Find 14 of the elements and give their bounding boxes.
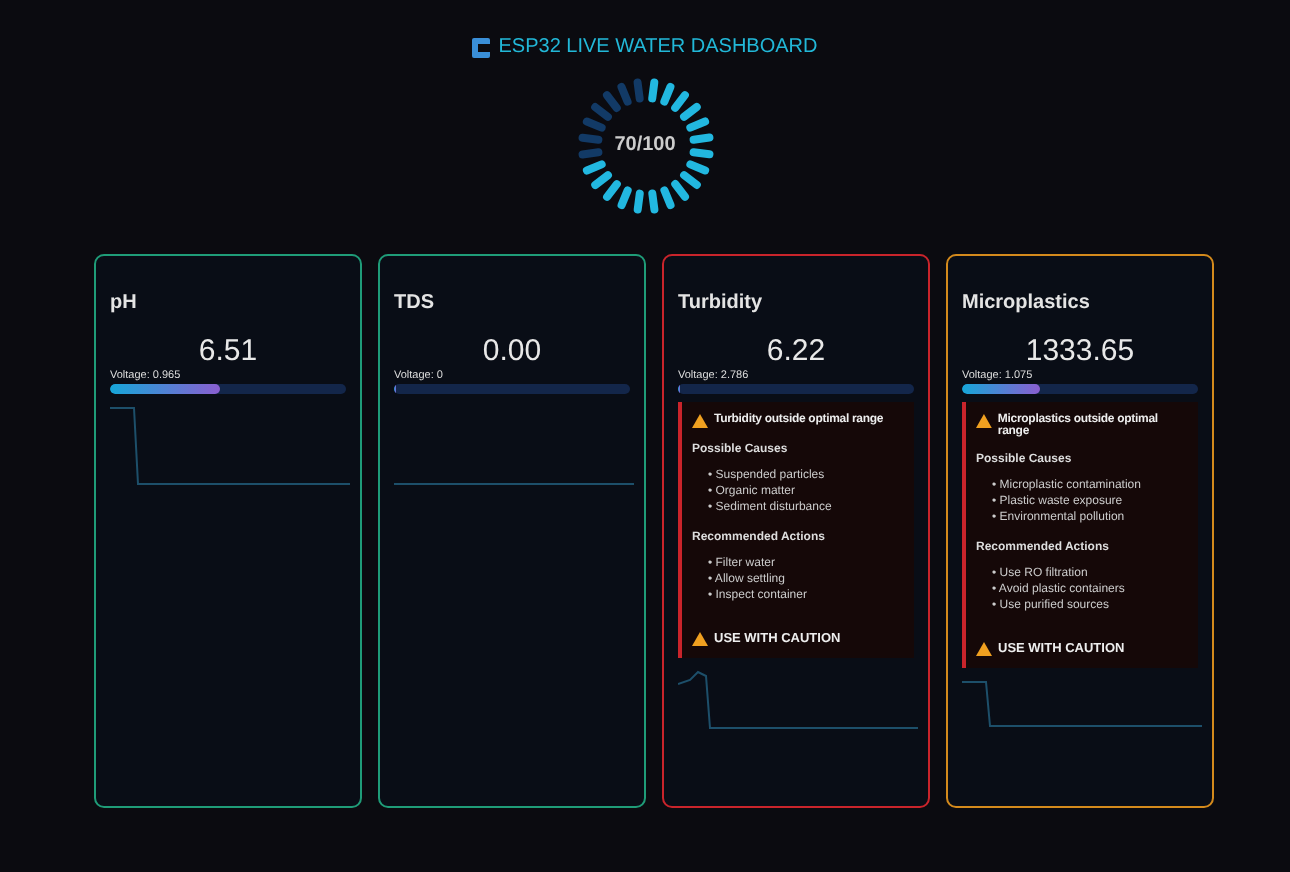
warning-icon xyxy=(976,642,992,656)
sensor-value: 6.22 xyxy=(766,334,826,368)
warning-icon xyxy=(692,632,708,646)
sensor-value: 0.00 xyxy=(482,334,542,368)
sensor-title: Microplastics xyxy=(962,292,1090,314)
sensor-value: 1333.65 xyxy=(1025,334,1135,368)
dashboard-title: ESP32 LIVE WATER DASHBOARD xyxy=(498,36,818,58)
sensor-title: Turbidity xyxy=(678,292,763,314)
warning-icon xyxy=(692,414,708,428)
warning-icon xyxy=(976,414,992,428)
sensor-title: pH xyxy=(110,292,137,314)
sensor-value: 6.51 xyxy=(198,334,258,368)
score-reading: 70/100 xyxy=(612,134,678,156)
sensor-title: TDS xyxy=(394,292,434,314)
